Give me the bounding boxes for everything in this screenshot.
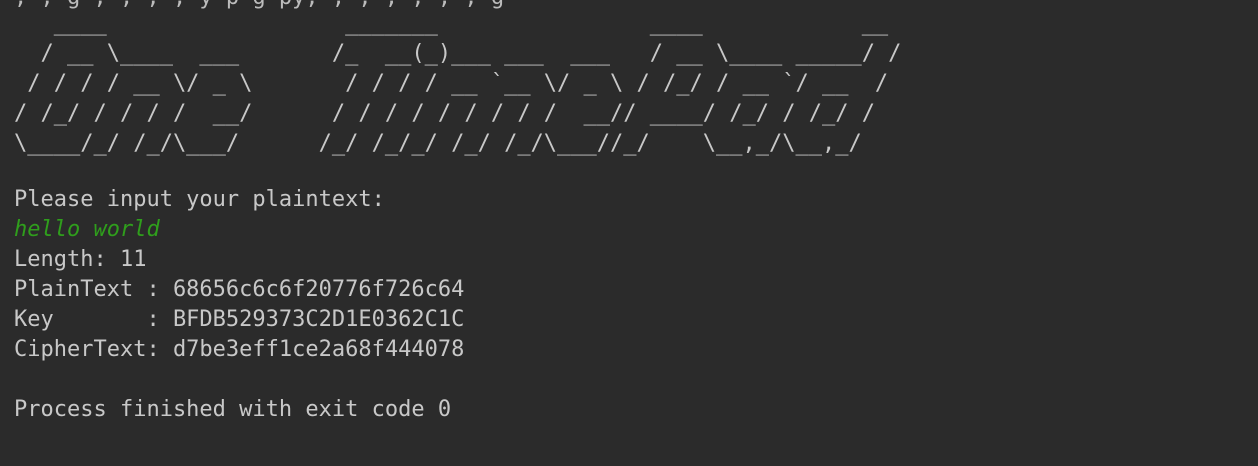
ascii-banner: ____ _______ ____ __ / __ \____ ___ /_ _… (14, 9, 901, 159)
key-line: Key : BFDB529373C2D1E0362C1C (14, 307, 465, 332)
ciphertext-line: CipherText: d7be3eff1ce2a68f444078 (14, 337, 465, 362)
banner-line: / __ \____ ___ /_ __(_)___ ___ ___ / __ … (14, 41, 902, 66)
exit-status-line: Process finished with exit code 0 (14, 397, 452, 422)
banner-line: / /_/ / / / / __/ / / / / / / / / / __//… (14, 101, 875, 126)
banner-line: / / / / __ \/ _ \ / / / / __ `__ \/ _ \ … (14, 71, 889, 96)
banner-line: \____/_/ /_/\___/ /_/ /_/_/ /_/ /_/\___/… (14, 131, 862, 156)
run-console-output[interactable]: , , g , , , , y p g py, , , , , , , g __… (14, 0, 1258, 466)
plaintext-prompt: Please input your plaintext: (14, 187, 385, 212)
plaintext-hex-line: PlainText : 68656c6c6f20776f726c64 (14, 277, 465, 302)
banner-line: ____ _______ ____ __ (14, 11, 889, 36)
user-input-line: hello world (14, 217, 160, 242)
length-line: Length: 11 (14, 247, 147, 272)
